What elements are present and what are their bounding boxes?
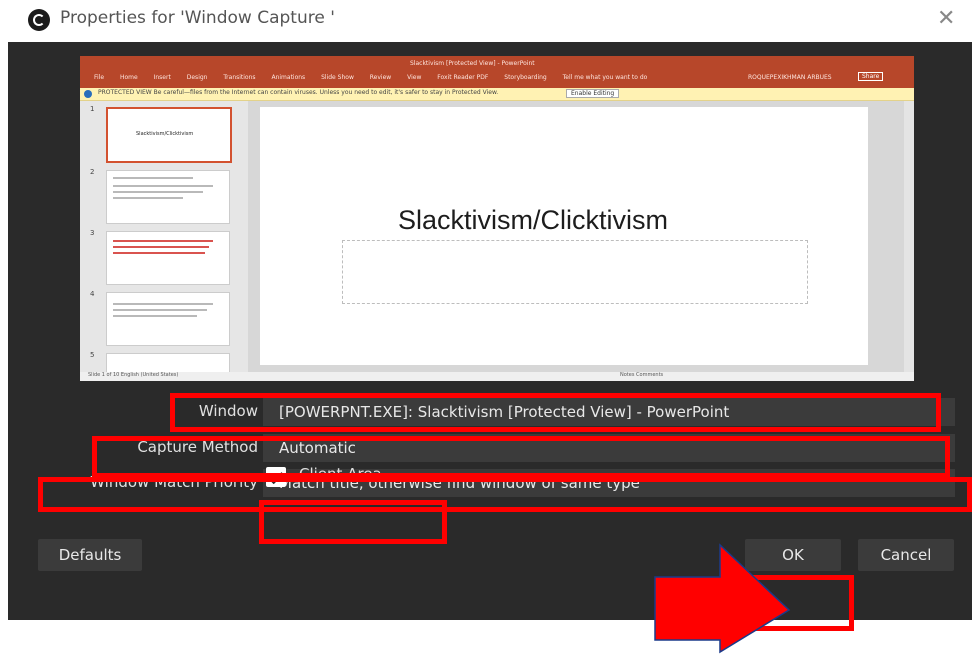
red-arrow-icon xyxy=(654,543,791,654)
annotation-arrow xyxy=(654,543,791,654)
